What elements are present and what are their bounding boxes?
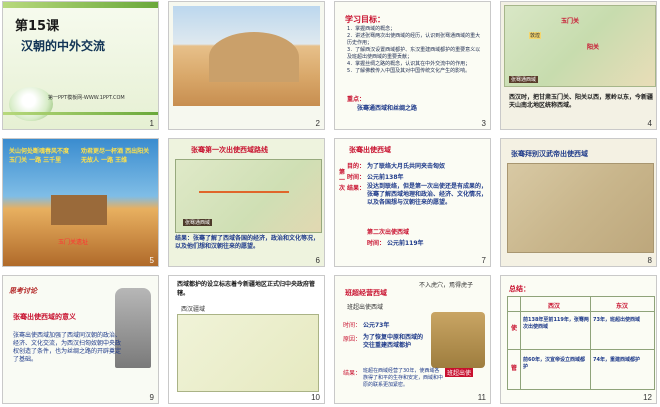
cell-east-admin: 74年，重建西域都护 — [593, 357, 640, 363]
farewell-title: 张骞拜别汉武帝出使西域 — [511, 150, 588, 158]
map-label-dunhuang: 敦煌 — [529, 32, 542, 39]
cell-west-envoy: 前138年至前119年，张骞两次出使西域 — [523, 317, 589, 330]
significance-answer: 张骞出使西域加强了西域同汉朝的政治、经济、文化交流，为西汉扫匈奴朝中央政权创造了… — [13, 332, 122, 363]
mission-header: 张骞出使西域 — [349, 146, 391, 154]
ban-time-label: 时间： — [343, 322, 362, 329]
slide-thumbnail-3[interactable]: 学习目标： 1．掌握西域的概念； 2．讲述张骞两次出使西域的经历，认识到张骞通西… — [334, 1, 491, 130]
slide-thumbnail-5[interactable]: 关山何处断魂春风不度玉门关 一路 三千里 劝君更尽一杯酒 西出阳关无故人 一路 … — [2, 138, 159, 267]
significance-question: 张骞出使西域的意义 — [13, 313, 76, 321]
slide-number: 10 — [311, 393, 320, 402]
time-label: 时间： — [347, 174, 366, 181]
poem-left: 关山何处断魂春风不度玉门关 一路 三千里 — [9, 148, 70, 164]
slide-number: 3 — [481, 119, 486, 128]
cell-west-admin: 前60年，汉宣帝设立西域都护 — [523, 357, 585, 370]
slide-number: 11 — [477, 393, 486, 402]
map-caption-label: 张骞通西域 — [509, 76, 539, 83]
slide-thumbnail-6[interactable]: 张骞第一次出使西域路线 张骞通西域 结果：张骞了解了西域各国的经济，政治和文化等… — [168, 138, 325, 267]
poem-right: 劝君更尽一杯酒 西出阳关无故人 一路 王维 — [81, 148, 150, 164]
route-conclusion: 结果：张骞了解了西域各国的经济，政治和文化等况，以及他们想和汉朝往来的愿望。 — [175, 235, 320, 250]
ban-chao-portrait — [431, 312, 485, 368]
route-title: 张骞第一次出使西域路线 — [191, 146, 268, 154]
result-label: 结果： — [347, 185, 366, 192]
key-point-label: 重点： — [347, 96, 366, 103]
slide-number: 1 — [149, 119, 154, 128]
western-regions-caption: 西汉时，把甘肃玉门关、阳关以西，葱岭以东，今新疆天山南北地区统称西域。 — [509, 94, 654, 109]
time-text: 公元前138年 — [367, 174, 404, 181]
map-label-yumenguan: 玉门关 — [561, 18, 580, 25]
slide-number: 9 — [149, 393, 154, 402]
ban-result-text: 班超在西域经营了30年，使西域各族得了和平的生存和安定，西域和中原的联系更加紧密… — [363, 368, 444, 388]
goal-text: 为了联络大月氏共同夹击匈奴 — [367, 163, 446, 170]
summary-table: 西汉 东汉 使 前138年至前119年，张骞两次出使西域 73年，班超出使西域 … — [507, 296, 655, 390]
ban-chao-sub: 班超出使西域 — [347, 304, 384, 311]
slide-thumbnail-10[interactable]: 西域都护的设立标志着今新疆地区正式归中央政府管辖。 西汉疆域 10 — [168, 275, 325, 404]
slide-thumbnail-12[interactable]: 总结： 西汉 东汉 使 前138年至前119年，张骞两次出使西域 73年，班超出… — [500, 275, 657, 404]
slide-number: 2 — [315, 119, 320, 128]
ban-time-text: 公元73年 — [363, 322, 390, 329]
slide-subtitle: 汉朝的中外交流 — [21, 39, 106, 53]
goal-label: 目的： — [347, 163, 366, 170]
ban-reason-text: 为了恢复中原和西域的交往重建西域都护 — [363, 334, 424, 349]
slide-thumbnail-4[interactable]: 玉门关 阳关 敦煌 张骞通西域 西汉时，把甘肃玉门关、阳关以西，葱岭以东，今新疆… — [500, 1, 657, 130]
han-territory-map — [177, 314, 319, 392]
route-line — [199, 191, 289, 193]
farewell-mural — [507, 163, 654, 253]
slide-thumbnail-2[interactable]: 2 — [168, 1, 325, 130]
col-header-east: 东汉 — [616, 303, 629, 310]
slide-number: 7 — [481, 256, 486, 265]
slide-thumbnail-9[interactable]: 思考讨论 张骞出使西域的意义 张骞出使西域加强了西域同汉朝的政治、经济、文化交流… — [2, 275, 159, 404]
slide-number: 6 — [315, 256, 320, 265]
row-label-envoy: 使 — [511, 325, 518, 332]
second-time-text: 公元前119年 — [387, 240, 424, 247]
col-divider — [590, 297, 591, 389]
first-mission-label: 第一次 — [339, 169, 346, 192]
protectorate-header: 西域都护的设立标志着今新疆地区正式归中央政府管辖。 — [177, 281, 316, 297]
col-divider — [520, 297, 521, 389]
objective-item: 5．了解佛教传入中国及其对中国传统文化产生的影响。 — [347, 68, 471, 74]
slide-sorter-grid: 第15课 汉朝的中外交流 第一PPT模板网-WWW.1PPT.COM 1 2 学… — [2, 1, 658, 405]
map-label-yangguan: 阳关 — [587, 44, 600, 51]
slide-thumbnail-8[interactable]: 张骞拜别汉武帝出使西域 8 — [500, 138, 657, 267]
row-divider — [508, 311, 654, 312]
gate-ruins-photo — [51, 195, 107, 225]
result-text: 没达到联络，但是第一次出使还是有成果的，张骞了解西域地理和政治、经济、文化情况，… — [367, 183, 488, 206]
summary-title: 总结： — [509, 285, 530, 293]
slide-number: 5 — [149, 256, 154, 265]
slide-number: 8 — [647, 256, 652, 265]
slide-thumbnail-1[interactable]: 第15课 汉朝的中外交流 第一PPT模板网-WWW.1PPT.COM 1 — [2, 1, 159, 130]
col-header-west: 西汉 — [548, 303, 561, 310]
western-regions-map — [504, 5, 656, 87]
ban-result-label: 结果： — [343, 370, 362, 377]
sand-dune — [209, 32, 299, 82]
objective-item: 4．掌握丝绸之路的概念，认识其在中外交流中的作用； — [347, 61, 471, 67]
ban-chao-badge: 班超出使 — [445, 368, 474, 377]
slide-thumbnail-11[interactable]: 不入虎穴，焉得虎子 班超经营西域 班超出使西域 时间： 公元73年 原因： 为了… — [334, 275, 491, 404]
gate-ruins-label: 玉门关遗址 — [58, 239, 89, 246]
slide-thumbnail-7[interactable]: 张骞出使西域 第一次 目的： 为了联络大月氏共同夹击匈奴 时间： 公元前138年… — [334, 138, 491, 267]
slide-number: 12 — [643, 393, 652, 402]
key-point-text: 张骞通西域和丝绸之路 — [357, 105, 418, 112]
han-territory-label: 西汉疆域 — [181, 306, 206, 313]
cell-east-envoy: 73年，班超出使西域 — [593, 317, 640, 323]
site-watermark: 第一PPT模板网-WWW.1PPT.COM — [48, 95, 125, 101]
ban-chao-title: 班超经营西域 — [345, 289, 387, 297]
ban-reason-label: 原因： — [343, 336, 362, 343]
row-label-admin: 管 — [511, 365, 518, 372]
objectives-list: 1．掌握西域的概念； 2．讲述张骞两次出使西域的经历，认识到张骞通西域的重大历史… — [347, 26, 485, 75]
objective-item: 3．了解西汉设置西域都护、东汉重建西域都护的重要意义以及班超出使西域的重要贡献； — [347, 47, 481, 60]
objectives-heading: 学习目标： — [345, 15, 385, 24]
slide-title: 第15课 — [15, 19, 60, 34]
second-time-label: 时间： — [367, 240, 386, 247]
row-divider — [508, 349, 654, 350]
objective-item: 2．讲述张骞两次出使西域的经历，认识到张骞通西域的重大历史作用； — [347, 33, 481, 46]
tiger-proverb: 不入虎穴，焉得虎子 — [419, 282, 474, 289]
route-map-label: 张骞通西域 — [183, 219, 213, 226]
slide-number: 4 — [647, 119, 652, 128]
objective-item: 1．掌握西域的概念； — [347, 26, 396, 32]
discuss-label: 思考讨论 — [9, 287, 37, 295]
flower-image — [9, 87, 53, 121]
second-mission-label: 第二次出使西域 — [367, 229, 410, 236]
